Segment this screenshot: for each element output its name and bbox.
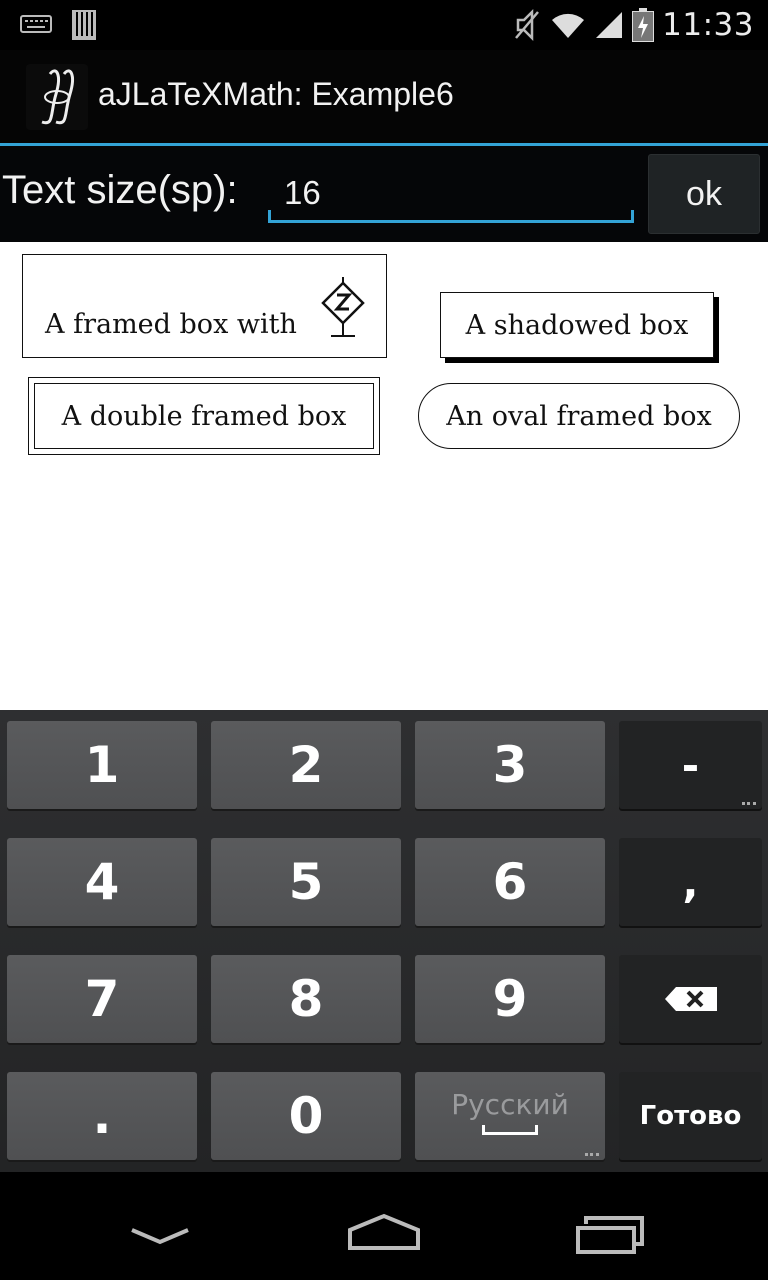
wifi-icon — [552, 13, 585, 38]
key-0[interactable]: 0 — [211, 1072, 401, 1160]
key-6[interactable]: 6 — [415, 838, 605, 926]
key-minus[interactable]: - — [619, 721, 762, 809]
key-done[interactable]: Готово — [619, 1072, 762, 1160]
sd-card-icon — [72, 10, 96, 40]
language-label: Русский — [451, 1087, 569, 1121]
battery-icon — [632, 8, 655, 42]
key-comma[interactable]: , — [619, 838, 762, 926]
text-size-row: Text size(sp): ok — [0, 146, 768, 242]
clock: 11:33 — [662, 7, 754, 43]
double-framed-box-text: A double framed box — [61, 400, 347, 432]
keyboard-icon — [20, 15, 52, 33]
status-bar: 11:33 — [0, 0, 768, 50]
numeric-keyboard: 1 2 3 - 4 5 6 , 7 8 9 . 0 Русский Готово — [0, 710, 768, 1172]
mute-icon — [515, 8, 540, 42]
input-underline — [268, 220, 634, 223]
framed-box: A framed box with — [22, 254, 387, 358]
recents-icon[interactable] — [574, 1216, 646, 1254]
oval-framed-box-text: An oval framed box — [446, 400, 712, 432]
ok-button[interactable]: ok — [648, 154, 760, 234]
key-backspace[interactable] — [619, 955, 762, 1043]
key-4[interactable]: 4 — [7, 838, 197, 926]
navigation-bar — [0, 1172, 768, 1280]
key-language-space[interactable]: Русский — [415, 1072, 605, 1160]
key-3[interactable]: 3 — [415, 721, 605, 809]
double-framed-box: A double framed box — [28, 377, 380, 455]
framed-box-text: A framed box with — [45, 309, 297, 340]
more-keys-indicator — [585, 1153, 599, 1156]
key-minus-label: - — [681, 740, 700, 790]
integral-app-icon[interactable] — [26, 64, 88, 130]
input-underline-tick-left — [268, 210, 271, 223]
text-size-input[interactable] — [268, 166, 634, 226]
more-keys-indicator — [742, 802, 756, 805]
app-title: aJLaTeXMath: Example6 — [98, 76, 454, 112]
key-2[interactable]: 2 — [211, 721, 401, 809]
space-bar-icon — [482, 1124, 538, 1135]
key-7[interactable]: 7 — [7, 955, 197, 1043]
input-underline-tick-right — [631, 210, 634, 223]
signal-icon — [596, 12, 623, 38]
key-period[interactable]: . — [7, 1072, 197, 1160]
key-5[interactable]: 5 — [211, 838, 401, 926]
road-sign-icon — [321, 277, 365, 337]
back-icon[interactable] — [128, 1224, 192, 1248]
latex-render-area: A framed box with A shadowed box A doubl… — [0, 242, 768, 710]
backspace-icon — [664, 987, 717, 1011]
shadowed-box-text: A shadowed box — [465, 309, 689, 341]
text-size-field-wrap — [268, 166, 634, 226]
key-9[interactable]: 9 — [415, 955, 605, 1043]
shadowed-box: A shadowed box — [440, 292, 714, 358]
key-8[interactable]: 8 — [211, 955, 401, 1043]
text-size-label: Text size(sp): — [2, 168, 238, 212]
key-1[interactable]: 1 — [7, 721, 197, 809]
double-framed-box-inner: A double framed box — [34, 383, 374, 449]
oval-framed-box: An oval framed box — [418, 383, 740, 449]
action-bar: aJLaTeXMath: Example6 — [0, 50, 768, 144]
home-icon[interactable] — [346, 1212, 422, 1252]
